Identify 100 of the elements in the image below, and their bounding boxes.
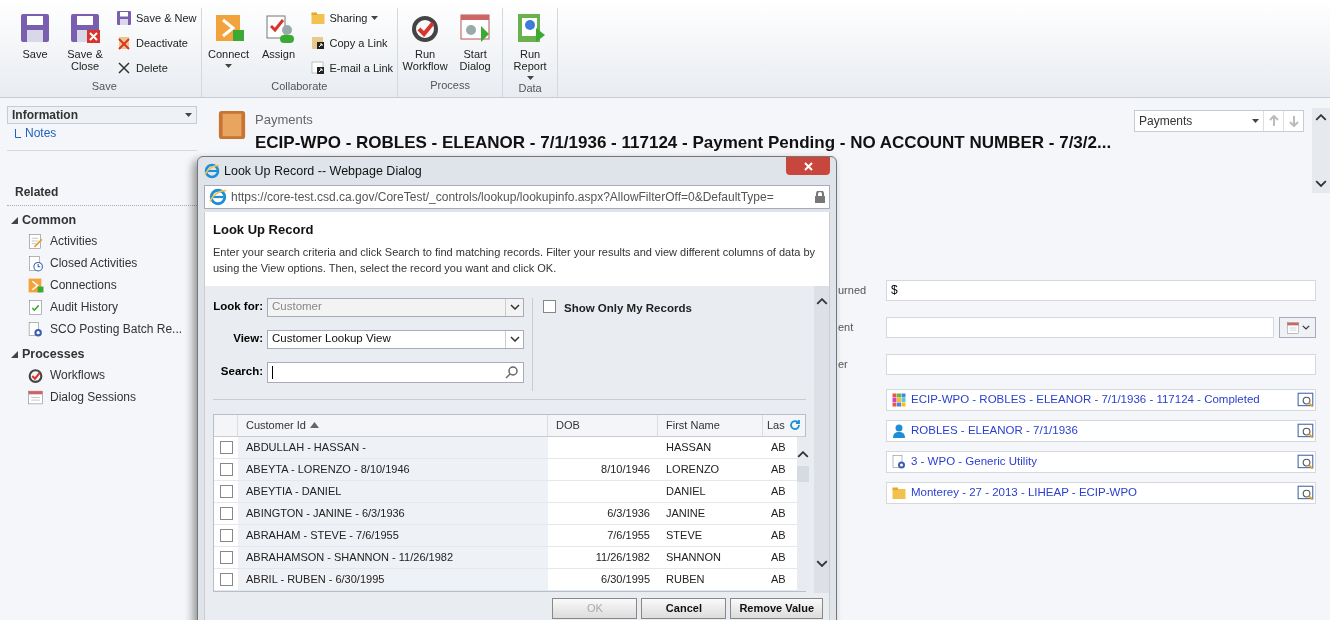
table-cell-text: 11/26/1982 [594,549,651,565]
dialog-button[interactable]: Cancel [641,598,727,619]
table-cell-text: AB [770,527,787,543]
expanded-triangle-icon[interactable] [11,350,18,358]
calendar-picker-button[interactable] [1279,317,1316,338]
lookup-icon [1297,422,1315,440]
nav-group-title[interactable]: Common [22,210,77,230]
lookup-link[interactable]: ROBLES - ELEANOR - 7/1/1936 [911,422,1293,440]
lookup-field[interactable]: 3 - WPO - Generic Utility [886,451,1316,473]
chevron-down-icon [815,559,828,567]
field-label: urned [838,283,868,299]
chevron-up-icon [815,297,828,305]
nav-item[interactable]: SCO Posting Batch Re... [7,318,197,340]
checked-document-icon [27,298,44,316]
checkbox-label: Show Only My Records [564,300,692,316]
column-header[interactable]: Las [763,414,789,436]
nav-item[interactable]: Closed Activities [7,252,197,274]
scrollbar[interactable] [1312,108,1330,193]
caret-icon [526,76,534,80]
table-cell-text: AB [770,483,787,499]
table-cell-text: JANINE [665,505,707,521]
refresh-icon[interactable] [788,419,801,431]
table-cell-text: SHANNON [665,549,722,565]
connect-icon [27,276,44,294]
column-header[interactable]: First Name [658,414,763,436]
nav-item[interactable]: Connections [7,274,197,296]
search-field[interactable] [267,361,524,383]
clipboard-icon [217,110,247,140]
ribbon-button[interactable]: Start Dialog [452,8,499,77]
table-cell-text: AB [770,549,787,565]
lookup-field[interactable]: Monterey - 27 - 2013 - LIHEAP - ECIP-WPO [886,482,1316,504]
text-field[interactable] [886,354,1316,375]
folder-icon [309,10,326,26]
chevron-down-icon [1301,325,1310,330]
lock-icon [815,191,825,203]
lookup-field[interactable]: ROBLES - ELEANOR - 7/1/1936 [886,420,1316,442]
ribbon-button[interactable]: Assign [255,8,302,78]
text-field[interactable]: $ [886,280,1316,301]
sort-ascending-icon [309,422,319,428]
table-cell-text: DANIEL [665,483,707,499]
table-cell-text: AB [770,439,787,455]
ribbon-button[interactable]: Delete [116,58,197,78]
close-button[interactable] [786,157,830,175]
search-icon[interactable] [505,365,519,379]
field-label: Look for: [213,299,264,315]
nav-item[interactable]: Activities [7,230,197,252]
table-cell: ABRAHAMSON - SHANNON - 11/26/1982 [238,546,548,568]
row-checkbox[interactable] [219,440,233,454]
ribbon-button[interactable]: Save & Close [62,8,108,78]
row-checkbox[interactable] [219,506,233,520]
scrollbar[interactable] [814,285,829,593]
crossed-document-icon [116,35,132,51]
lookup-field[interactable]: ECIP-WPO - ROBLES - ELEANOR - 7/1/1936 - 117124 - Completed [886,389,1316,411]
ribbon-button[interactable]: Copy a Link [309,33,394,53]
table-cell-text: 6/3/1936 [606,505,651,521]
caret-icon [225,64,233,68]
nav-item[interactable]: Workflows [7,364,197,386]
table-cell-text: HASSAN [665,439,713,455]
nav-group-title[interactable]: Processes [22,344,85,364]
column-header[interactable]: Customer Id [238,414,548,436]
nav-link[interactable]: Notes [25,124,57,142]
row-checkbox[interactable] [219,462,233,476]
dialog-button[interactable]: Remove Value [730,598,823,619]
expanded-triangle-icon[interactable] [11,216,18,224]
dialog-window-icon [459,12,492,44]
nav-item[interactable]: Audit History [7,296,197,318]
view-select[interactable]: Customer Lookup View [267,329,524,349]
ribbon-button[interactable]: E-mail a Link [309,58,394,78]
lookup-icon [1297,453,1315,471]
close-icon [803,161,813,171]
section-select[interactable]: Information [7,106,197,124]
ribbon-button[interactable]: Run Report [507,8,554,80]
row-checkbox[interactable] [219,484,233,498]
gear-document-icon [891,454,907,470]
scroll-thumb[interactable] [797,465,809,482]
dialog-description: Enter your search criteria and click Search to find matching records. Filter your results and view different columns of data by using the View options. Then, select the record you want and click OK. [213,244,816,276]
row-checkbox[interactable] [219,550,233,564]
row-checkbox[interactable] [219,572,233,586]
ribbon-button[interactable]: Sharing [309,8,394,28]
table-cell: ABRIL - RUBEN - 6/30/1995 [238,568,548,590]
group-label: Save [90,79,118,94]
checkbox[interactable] [543,299,556,313]
table-cell: ABDULLAH - HASSAN - [238,436,548,458]
dialog-title: Look Up Record -- Webpage Dialog [224,162,423,180]
chevron-down-icon [509,304,520,310]
nav-item[interactable]: Dialog Sessions [7,386,197,408]
column-header[interactable]: DOB [548,414,658,436]
text-field[interactable] [886,317,1274,338]
ribbon-button[interactable]: Save [12,8,58,78]
lookup-icon [1297,391,1315,409]
ribbon-button[interactable]: Connect [205,8,252,78]
ribbon-button[interactable]: Deactivate [116,33,197,53]
row-checkbox[interactable] [219,528,233,542]
field-label: er [838,357,849,373]
ribbon-button[interactable]: Run Workflow [402,8,449,77]
ribbon-button[interactable]: Save & New [116,8,197,28]
lookup-link[interactable]: 3 - WPO - Generic Utility [911,453,1293,471]
lookup-link[interactable]: Monterey - 27 - 2013 - LIHEAP - ECIP-WPO [911,484,1293,502]
lookup-link[interactable]: ECIP-WPO - ROBLES - ELEANOR - 7/1/1936 - 117124 - Completed [911,391,1293,409]
scrollbar[interactable] [797,436,809,591]
